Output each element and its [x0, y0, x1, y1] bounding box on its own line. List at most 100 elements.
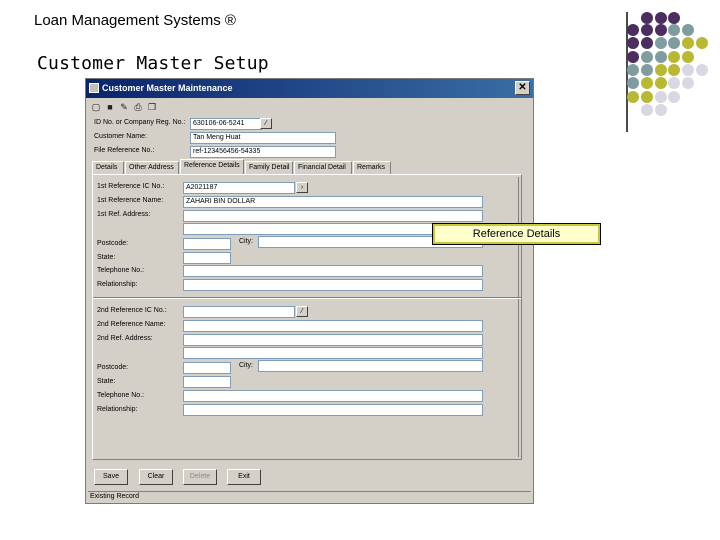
dot [627, 64, 639, 76]
dot [682, 51, 694, 63]
tab-financial-detail[interactable]: Financial Detail [294, 161, 352, 174]
ref2-ic-label: 2nd Reference IC No.: [97, 307, 167, 314]
dot [668, 91, 680, 103]
dot [641, 37, 653, 49]
id-lookup-button[interactable]: ⁄ [260, 118, 272, 129]
dot [668, 37, 680, 49]
file-reference-label: File Reference No.: [94, 147, 155, 154]
print-icon[interactable]: ⎙ [132, 101, 144, 113]
tab-details[interactable]: Details [92, 161, 124, 174]
ref2-lookup-button[interactable]: ⁄ [296, 306, 308, 317]
dot [696, 37, 708, 49]
app-icon [89, 83, 99, 93]
dot [655, 37, 667, 49]
ref1-name-field[interactable]: ZAHARI BIN DOLLAR [183, 196, 483, 208]
dot [682, 77, 694, 89]
ref1-city-label: City: [239, 238, 253, 245]
dot [641, 104, 653, 116]
dot [668, 64, 680, 76]
ref1-ic-field[interactable]: A2021187 [183, 182, 295, 194]
ref1-lookup-button[interactable]: › [296, 182, 308, 193]
dot [627, 51, 639, 63]
ref1-postcode-field[interactable] [183, 238, 231, 250]
ref2-city-field[interactable] [258, 360, 483, 372]
dot [682, 24, 694, 36]
dot [682, 37, 694, 49]
id-number-label: ID No. or Company Reg. No.: [94, 119, 186, 126]
ref2-state-label: State: [97, 378, 116, 385]
ref1-ic-label: 1st Reference IC No.: [97, 183, 165, 190]
ref2-postcode-field[interactable] [183, 362, 231, 374]
clear-button[interactable]: Clear [139, 469, 173, 485]
tab-other-address[interactable]: Other Address [125, 161, 179, 174]
dot [655, 91, 667, 103]
panel-edge [518, 177, 519, 457]
customer-name-field[interactable]: Tan Meng Huat [190, 132, 336, 144]
dot [696, 64, 708, 76]
status-bar: Existing Record [88, 491, 531, 501]
ref1-state-field[interactable] [183, 252, 231, 264]
delete-button[interactable]: Delete [183, 469, 217, 485]
dot [668, 77, 680, 89]
save-button[interactable]: Save [94, 469, 128, 485]
dot [641, 51, 653, 63]
dot [682, 64, 694, 76]
dot [668, 12, 680, 24]
dot [641, 77, 653, 89]
reference-details-callout: Reference Details [432, 223, 601, 245]
copy-icon[interactable]: ❐ [146, 101, 158, 113]
dot [668, 51, 680, 63]
reference-details-panel: 1st Reference IC No.: A2021187 › 1st Ref… [92, 174, 522, 460]
ref2-relationship-field[interactable] [183, 404, 483, 416]
ref2-phone-field[interactable] [183, 390, 483, 402]
dot [627, 37, 639, 49]
dot [655, 12, 667, 24]
tab-remarks[interactable]: Remarks [353, 161, 391, 174]
ref1-phone-field[interactable] [183, 265, 483, 277]
dot [655, 64, 667, 76]
ref2-name-field[interactable] [183, 320, 483, 332]
save-icon[interactable]: ■ [104, 101, 116, 113]
customer-master-window: Customer Master Maintenance ✕ ▢ ■ ✎ ⎙ ❐ … [85, 78, 534, 504]
dot [641, 91, 653, 103]
ref2-phone-label: Telephone No.: [97, 392, 145, 399]
customer-name-label: Customer Name: [94, 133, 147, 140]
ref1-name-label: 1st Reference Name: [97, 197, 164, 204]
ref2-name-label: 2nd Reference Name: [97, 321, 166, 328]
id-number-field[interactable]: 630106-06-5241 [190, 118, 262, 130]
dot [641, 24, 653, 36]
slide-subtitle: Customer Master Setup [37, 53, 269, 74]
ref1-relationship-label: Relationship: [97, 281, 138, 288]
window-titlebar[interactable]: Customer Master Maintenance ✕ [86, 79, 533, 98]
ref2-relationship-label: Relationship: [97, 406, 138, 413]
new-icon[interactable]: ▢ [90, 101, 102, 113]
ref2-city-label: City: [239, 362, 253, 369]
file-reference-field[interactable]: ref-123456456-54335 [190, 146, 336, 158]
tab-family-detail[interactable]: Family Detail [245, 161, 293, 174]
ref2-state-field[interactable] [183, 376, 231, 388]
ref1-address-label: 1st Ref. Address: [97, 211, 151, 218]
section-divider [93, 297, 521, 299]
ref1-address-line-1[interactable] [183, 210, 483, 222]
dot [668, 24, 680, 36]
ref2-address-line-2[interactable] [183, 347, 483, 359]
ref2-address-label: 2nd Ref. Address: [97, 335, 153, 342]
ref2-ic-field[interactable] [183, 306, 295, 318]
ref1-state-label: State: [97, 254, 116, 261]
slide-title: Loan Management Systems ® [34, 12, 236, 29]
dot [655, 104, 667, 116]
edit-icon[interactable]: ✎ [118, 101, 130, 113]
dot [641, 12, 653, 24]
exit-button[interactable]: Exit [227, 469, 261, 485]
ref2-postcode-label: Postcode: [97, 364, 129, 371]
ref1-relationship-field[interactable] [183, 279, 483, 291]
dot [641, 64, 653, 76]
dot [627, 24, 639, 36]
close-button[interactable]: ✕ [515, 81, 530, 95]
dot [627, 77, 639, 89]
window-title: Customer Master Maintenance [102, 83, 233, 93]
dot [655, 24, 667, 36]
tab-reference-details[interactable]: Reference Details [180, 159, 244, 174]
ref2-address-line-1[interactable] [183, 334, 483, 346]
ref1-phone-label: Telephone No.: [97, 267, 145, 274]
